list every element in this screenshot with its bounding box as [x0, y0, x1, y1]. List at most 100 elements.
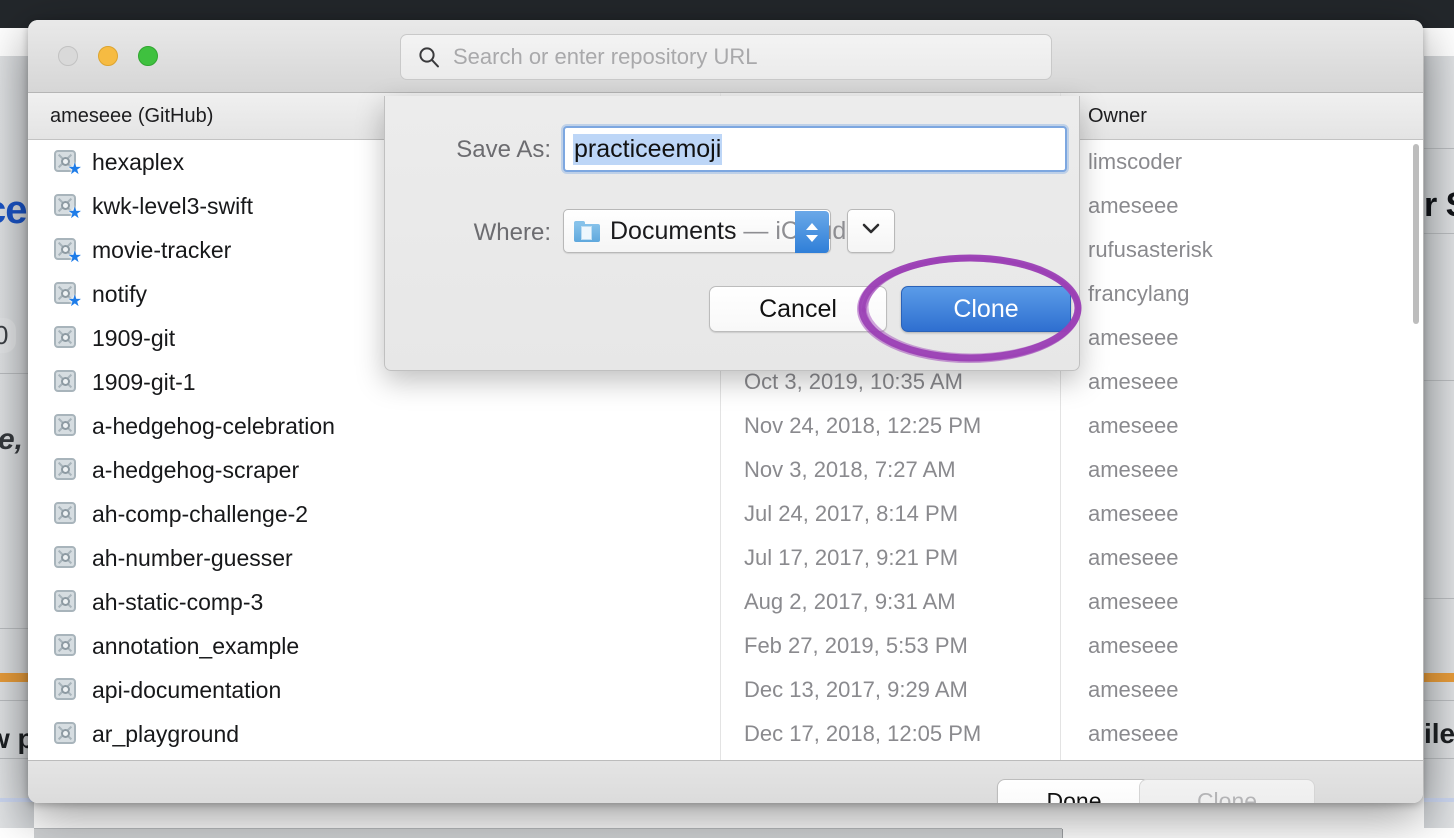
repository-name: 1909-git — [92, 324, 176, 351]
background-blue-bar — [1424, 798, 1454, 802]
repository-date: Feb 27, 2019, 5:53 PM — [744, 633, 968, 658]
repository-icon: ★ — [54, 282, 82, 310]
table-row[interactable]: ah-number-guesser Jul 17, 2017, 9:21 PM am… — [28, 536, 1423, 580]
save-as-input[interactable]: practiceemoji — [563, 126, 1067, 172]
close-button[interactable] — [58, 46, 78, 66]
cancel-button[interactable]: Cancel — [709, 286, 887, 332]
repository-date: Nov 3, 2018, 7:27 AM — [744, 457, 956, 482]
repository-icon: ★ — [54, 238, 82, 266]
column-header-account[interactable]: ameseee (GitHub) — [50, 105, 213, 128]
repository-icon — [54, 678, 78, 702]
zoom-button[interactable] — [138, 46, 158, 66]
sheet-clone-button[interactable]: Clone — [901, 286, 1071, 332]
repository-icon — [54, 502, 78, 526]
repository-owner: ameseee — [1088, 501, 1179, 526]
background-divider — [1424, 233, 1454, 234]
repository-name: api-documentation — [92, 676, 282, 703]
repository-icon — [54, 590, 78, 614]
where-value-separator: — — [736, 216, 776, 245]
expand-browser-button[interactable] — [847, 209, 895, 253]
repository-date: Nov 24, 2018, 12:25 PM — [744, 413, 982, 438]
folder-icon — [574, 220, 600, 242]
table-row[interactable]: api-documentation Dec 13, 2017, 9:29 AM am… — [28, 668, 1423, 712]
background-right-heading: r S — [1424, 186, 1454, 224]
repository-icon — [54, 634, 78, 658]
search-input[interactable]: Search or enter repository URL — [400, 34, 1052, 80]
repository-name: ah-comp-challenge-2 — [92, 500, 309, 527]
table-row[interactable]: ar_playground Dec 17, 2018, 12:05 PM amese… — [28, 712, 1423, 756]
repository-name: ah-static-comp-3 — [92, 588, 264, 615]
background-italic-text: te, — [0, 423, 24, 456]
repository-name: annotation_example — [92, 632, 300, 659]
repository-icon — [54, 326, 78, 350]
column-header-owner[interactable]: Owner — [1088, 105, 1147, 128]
list-scrollbar[interactable] — [1413, 144, 1419, 324]
where-dropdown[interactable]: Documents — iCloud — [563, 209, 846, 253]
repository-date: Dec 13, 2017, 9:29 AM — [744, 677, 968, 702]
save-as-label: Save As: — [456, 136, 551, 163]
repository-date: Oct 3, 2019, 10:35 AM — [744, 369, 963, 394]
repository-owner: ameseee — [1088, 413, 1179, 438]
done-button[interactable]: Done — [997, 779, 1151, 803]
star-badge-icon: ★ — [67, 161, 82, 178]
background-right-gutter — [1424, 56, 1454, 828]
background-divider — [1424, 148, 1454, 149]
where-label: Where: — [473, 219, 551, 246]
background-link[interactable]: ce — [0, 188, 27, 233]
background-bottom-heading: Launching Xcode — [1070, 834, 1346, 838]
footer-buttons: Done Clone — [973, 761, 1315, 803]
repository-owner: rufusasterisk — [1088, 237, 1213, 262]
search-placeholder: Search or enter repository URL — [453, 44, 758, 69]
stepper-up-down-icon[interactable] — [795, 211, 829, 253]
repository-name: kwk-level3-swift — [92, 192, 254, 219]
repository-date: Jul 17, 2017, 9:21 PM — [744, 545, 959, 570]
repository-icon: ★ — [54, 194, 82, 222]
search-icon — [417, 45, 441, 69]
repository-owner: ameseee — [1088, 325, 1179, 350]
repository-owner: ameseee — [1088, 369, 1179, 394]
minimize-button[interactable] — [98, 46, 118, 66]
window-controls — [58, 46, 158, 66]
repository-date: Dec 17, 2018, 12:05 PM — [744, 721, 982, 746]
table-row[interactable]: annotation_example Feb 27, 2019, 5:53 PM a… — [28, 624, 1423, 668]
repository-name: a-hedgehog-celebration — [92, 412, 335, 439]
repository-name: hexaplex — [92, 148, 185, 175]
background-divider — [1424, 598, 1454, 599]
where-value-primary: Documents — [610, 216, 737, 245]
repository-icon — [54, 414, 78, 438]
background-orange-bar — [1424, 673, 1454, 682]
repository-icon — [54, 458, 78, 482]
repository-owner: ameseee — [1088, 721, 1179, 746]
repository-name: 1909-git-1 — [92, 368, 196, 395]
repository-icon: ★ — [54, 150, 82, 178]
background-divider — [1424, 700, 1454, 701]
repository-name: ah-number-guesser — [92, 544, 293, 571]
repository-date: Aug 2, 2017, 9:31 AM — [744, 589, 956, 614]
repository-icon — [54, 722, 78, 746]
chevron-down-icon — [861, 222, 881, 240]
table-row[interactable]: ah-static-comp-3 Aug 2, 2017, 9:31 AM ames… — [28, 580, 1423, 624]
table-row[interactable]: a-hedgehog-scraper Nov 3, 2018, 7:27 AM am… — [28, 448, 1423, 492]
clone-repository-window: Search or enter repository URL ameseee (… — [28, 20, 1423, 803]
star-badge-icon: ★ — [67, 205, 82, 222]
repository-owner: ameseee — [1088, 457, 1179, 482]
background-file-text: ile — [1424, 718, 1454, 749]
save-as-value: practiceemoji — [573, 133, 723, 165]
repository-owner: ameseee — [1088, 677, 1179, 702]
background-divider — [1424, 380, 1454, 381]
star-badge-icon: ★ — [67, 293, 82, 310]
repository-name: a-hedgehog-scraper — [92, 456, 300, 483]
repository-owner: francylang — [1088, 281, 1190, 306]
star-badge-icon: ★ — [67, 249, 82, 266]
repository-owner: ameseee — [1088, 633, 1179, 658]
repository-owner: ameseee — [1088, 193, 1179, 218]
repository-icon — [54, 370, 78, 394]
table-row[interactable]: a-hedgehog-celebration Nov 24, 2018, 12:2… — [28, 404, 1423, 448]
screen: ce 0 te, w p omment r S ile Launching Xc… — [0, 0, 1454, 838]
window-titlebar: Search or enter repository URL — [28, 20, 1423, 93]
repository-date: Jul 24, 2017, 8:14 PM — [744, 501, 959, 526]
repository-owner: limscoder — [1088, 149, 1183, 174]
clone-button-disabled: Clone — [1139, 779, 1315, 803]
background-bottom-band — [34, 829, 1062, 838]
table-row[interactable]: ah-comp-challenge-2 Jul 24, 2017, 8:14 PM… — [28, 492, 1423, 536]
